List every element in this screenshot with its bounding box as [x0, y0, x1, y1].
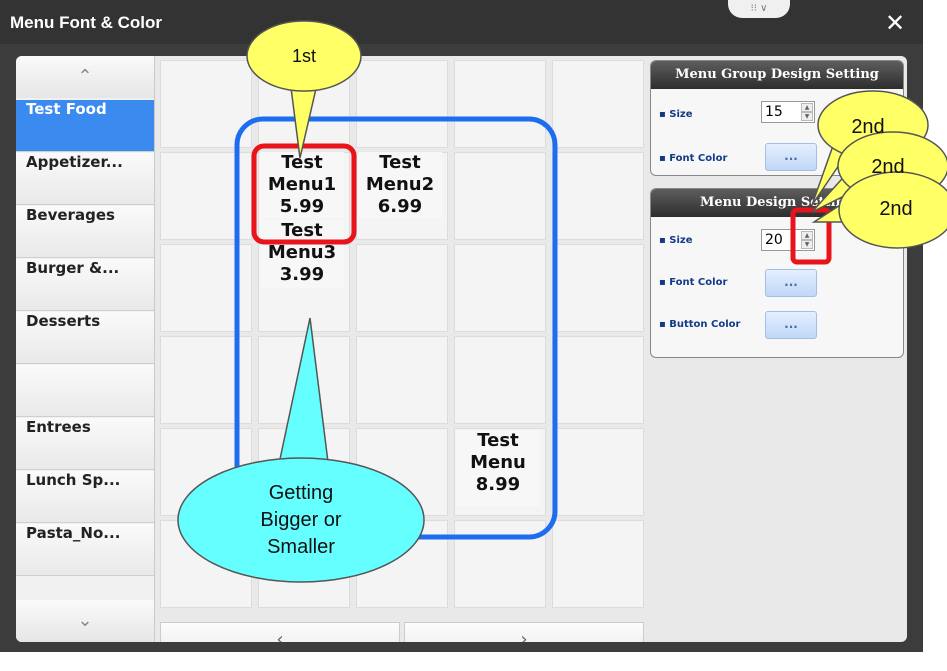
callout-1st: [246, 20, 362, 159]
callout-2nd-label: 2nd: [851, 116, 885, 138]
callout-2nd-label: 2nd: [871, 156, 905, 178]
callout-bubble-label: Getting Bigger or Smaller: [260, 482, 342, 558]
callout-2nd-label: 2nd: [879, 198, 913, 220]
callout-1st-label: 1st: [291, 46, 316, 66]
first-item-highlight: [251, 143, 357, 245]
annotation-overlay: [177, 20, 947, 583]
